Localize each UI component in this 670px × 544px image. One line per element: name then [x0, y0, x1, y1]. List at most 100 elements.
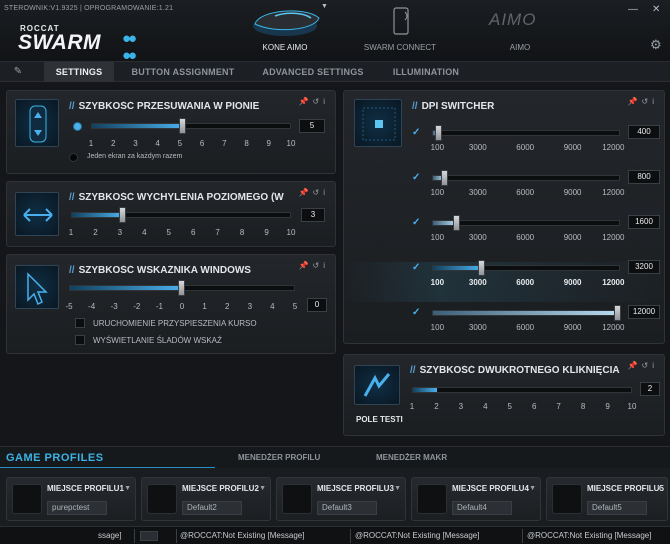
double-click-value[interactable]: 2	[640, 382, 660, 396]
pointer-acceleration-checkbox[interactable]	[75, 318, 85, 328]
profile-name-input[interactable]: purepctest	[47, 501, 107, 515]
tick-label: 3	[133, 139, 138, 148]
status-divider	[176, 529, 177, 543]
pointer-speed-value[interactable]: 0	[307, 298, 327, 312]
dpi-value[interactable]: 400	[628, 125, 660, 139]
tick-label: 9	[605, 402, 610, 411]
double-click-slider[interactable]	[412, 387, 632, 393]
dpi-slider[interactable]	[432, 260, 620, 276]
dpi-level-checkbox[interactable]: ✓	[412, 307, 420, 318]
tab-profile-manager[interactable]: MENEDŻER PROFILU	[238, 453, 320, 462]
pin-icon[interactable]: 📌	[628, 97, 642, 106]
horizontal-tilt-panel: //SZYBKOŚĆ WYCHYLENIA POZIOMEGO (W T 📌↺i…	[6, 181, 336, 247]
profile-slot-3[interactable]: MIEJSCE PROFILU3 ▼ Default3	[276, 477, 406, 521]
reset-icon[interactable]: ↺	[642, 97, 653, 106]
tick-label: 12000	[602, 143, 625, 152]
panel-title-text: SZYBKOŚĆ PRZESUWANIA W PIONIE	[78, 101, 260, 112]
device-tab-kone-aimo[interactable]: KONE AIMO	[240, 0, 330, 56]
dpi-level-row: ✓ 100 3000 6000 9000 12000 400	[344, 125, 666, 167]
profile-slot-4[interactable]: MIEJSCE PROFILU4 ▼ Default4	[411, 477, 541, 521]
tick-label: 1	[409, 402, 415, 411]
profile-name-input[interactable]: Default3	[317, 501, 377, 515]
device-tab-aimo[interactable]: AIMO AIMO	[475, 0, 565, 56]
dpi-value[interactable]: 12000	[628, 305, 660, 319]
info-icon[interactable]: i	[323, 97, 329, 106]
dpi-level-checkbox[interactable]: ✓	[412, 262, 420, 273]
radio-slider-mode[interactable]	[73, 122, 82, 131]
chevron-down-icon[interactable]: ▼	[124, 485, 131, 492]
profile-name-input[interactable]: Default4	[452, 501, 512, 515]
tick-label: 3000	[468, 323, 487, 332]
tab-button-assignment[interactable]: BUTTON ASSIGNMENT	[122, 62, 244, 82]
pin-icon[interactable]: 📌	[299, 261, 313, 270]
gear-icon[interactable]: ⚙	[650, 37, 664, 52]
pointer-speed-slider[interactable]	[69, 280, 295, 296]
tab-illumination[interactable]: ILLUMINATION	[380, 62, 472, 82]
pin-icon[interactable]: 📌	[628, 361, 642, 370]
dpi-slider[interactable]	[432, 125, 620, 141]
tick-label: 6	[531, 402, 537, 411]
dpi-slider[interactable]	[432, 215, 620, 231]
profile-slot-1[interactable]: MIEJSCE PROFILU1 ▼ purepctest	[6, 477, 136, 521]
profile-slot-2[interactable]: MIEJSCE PROFILU2 ▼ Default2	[141, 477, 271, 521]
slider-handle[interactable]	[440, 170, 448, 186]
info-icon[interactable]: i	[652, 97, 658, 106]
dpi-value[interactable]: 3200	[628, 260, 660, 274]
dpi-value[interactable]: 800	[628, 170, 660, 184]
slider-handle[interactable]	[179, 118, 186, 134]
tick-label: 4	[142, 228, 147, 237]
profile-slot-5[interactable]: MIEJSCE PROFILU5 ▼ Default5	[546, 477, 668, 521]
chevron-down-icon[interactable]: ▼	[656, 485, 663, 492]
slider-handle[interactable]	[453, 215, 461, 231]
vertical-scroll-value[interactable]: 5	[299, 119, 325, 133]
device-tab-swarm-connect[interactable]: SWARM CONNECT	[355, 0, 445, 56]
close-button[interactable]: ✕	[652, 4, 660, 15]
info-icon[interactable]: i	[652, 361, 658, 370]
double-click-test-icon[interactable]	[354, 365, 400, 405]
chevron-down-icon[interactable]: ▼	[259, 485, 266, 492]
horizontal-tilt-value[interactable]: 3	[301, 208, 325, 222]
slider-ticks: 1 2 3 4 5 6 7 8 9 10	[409, 402, 637, 412]
tab-advanced-settings[interactable]: ADVANCED SETTINGS	[252, 62, 374, 82]
pin-icon[interactable]: ✎	[0, 62, 36, 82]
status-message: @ROCCAT:Not Existing [Message]	[527, 531, 652, 540]
profile-name-input[interactable]: Default5	[587, 501, 647, 515]
minimize-button[interactable]: —	[628, 4, 638, 15]
pointer-trails-checkbox[interactable]	[75, 335, 85, 345]
dpi-level-checkbox[interactable]: ✓	[412, 217, 420, 228]
tick-label: 2	[434, 402, 439, 411]
chevron-down-icon[interactable]: ▼	[394, 485, 401, 492]
status-toggle-icon[interactable]	[140, 531, 158, 541]
tick-label: 3000	[468, 233, 487, 242]
reset-icon[interactable]: ↺	[313, 188, 324, 197]
slider-handle[interactable]	[434, 125, 442, 141]
device-dropdown-icon[interactable]: ▼	[321, 3, 328, 10]
pin-icon[interactable]: 📌	[299, 188, 313, 197]
reset-icon[interactable]: ↺	[642, 361, 653, 370]
slider-handle[interactable]	[614, 305, 621, 321]
dpi-level-checkbox[interactable]: ✓	[412, 172, 420, 183]
tab-macro-manager[interactable]: MENEDŻER MAKR	[376, 453, 447, 462]
slider-handle[interactable]	[119, 207, 126, 223]
horizontal-tilt-slider[interactable]	[71, 207, 291, 223]
info-icon[interactable]: i	[323, 188, 329, 197]
slider-handle[interactable]	[478, 260, 486, 276]
dpi-slider[interactable]	[432, 170, 620, 186]
tab-settings[interactable]: SETTINGS	[44, 62, 114, 82]
pin-icon[interactable]: 📌	[299, 97, 313, 106]
tick-label: 12000	[602, 278, 625, 287]
chevron-down-icon[interactable]: ▼	[529, 485, 536, 492]
slider-handle[interactable]	[178, 280, 185, 296]
panel-tools: 📌↺i	[299, 97, 329, 106]
radio-one-screen[interactable]	[69, 153, 78, 162]
profile-name-input[interactable]: Default2	[182, 501, 242, 515]
info-icon[interactable]: i	[323, 261, 329, 270]
reset-icon[interactable]: ↺	[313, 97, 324, 106]
dpi-level-checkbox[interactable]: ✓	[412, 127, 420, 138]
vertical-scroll-slider[interactable]	[91, 118, 291, 134]
dpi-slider[interactable]	[432, 305, 621, 321]
tick-label: 6000	[516, 278, 535, 287]
dpi-value[interactable]: 1600	[628, 215, 660, 229]
reset-icon[interactable]: ↺	[313, 261, 324, 270]
logo-name: SWARM	[18, 31, 101, 54]
